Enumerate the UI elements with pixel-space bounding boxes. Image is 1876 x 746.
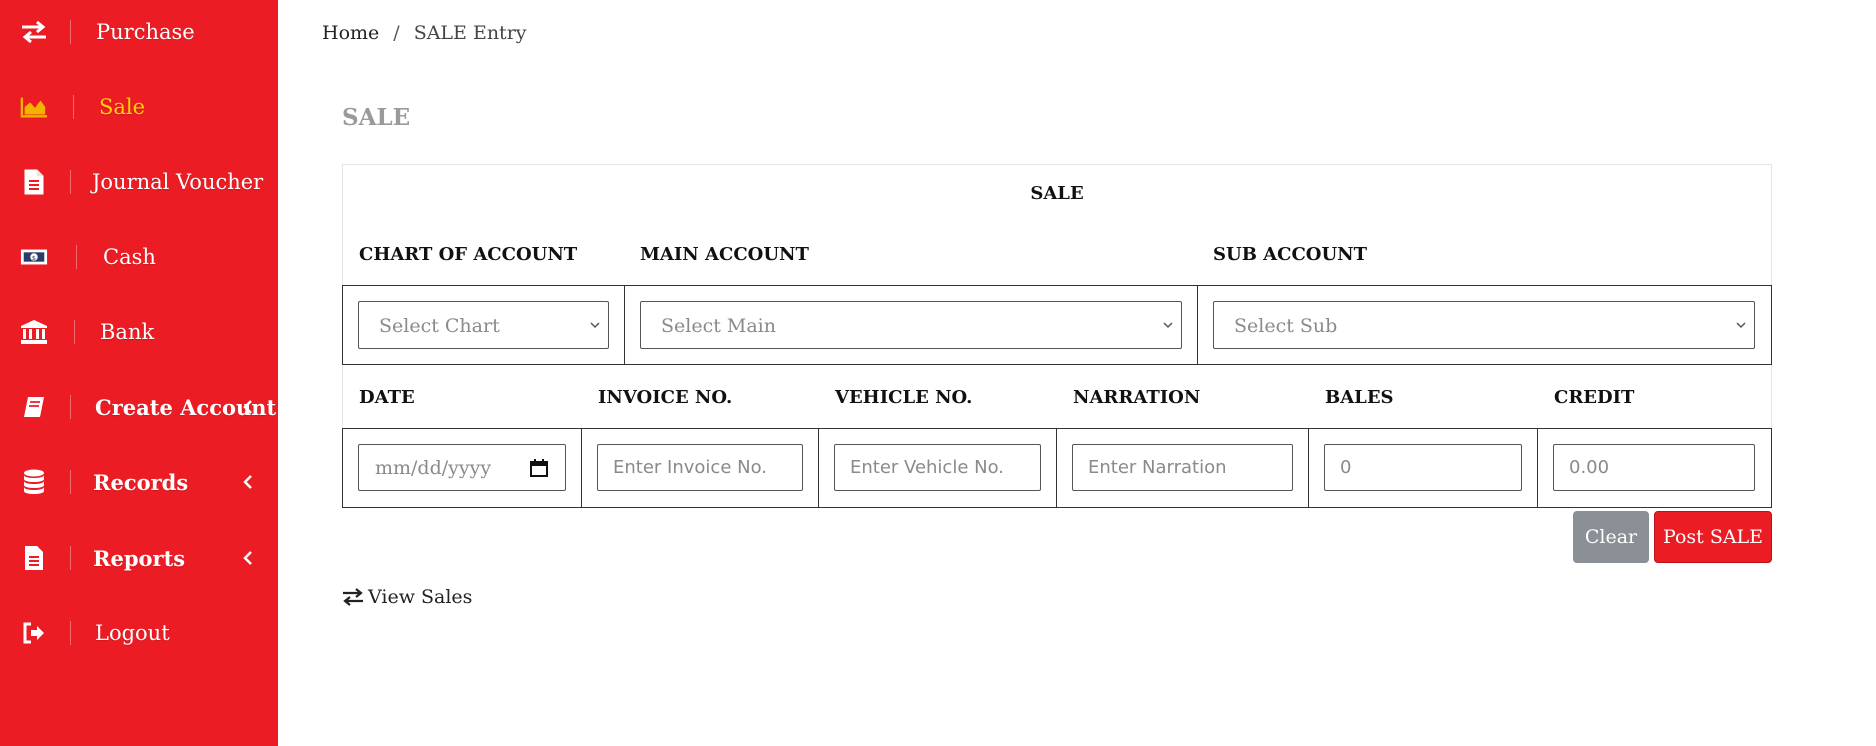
breadcrumb-home[interactable]: Home xyxy=(322,22,379,44)
book-icon xyxy=(20,393,48,421)
invoice-cell xyxy=(582,429,819,507)
narration-cell xyxy=(1057,429,1309,507)
sidebar-item-journal-voucher[interactable]: Journal Voucher xyxy=(0,157,278,207)
view-sales-label: View Sales xyxy=(368,586,473,608)
sidebar-item-bank[interactable]: Bank xyxy=(0,307,278,357)
sidebar-separator xyxy=(73,95,74,119)
sidebar-separator xyxy=(70,170,71,194)
sidebar-item-label: Purchase xyxy=(96,20,195,44)
chart-of-account-header: CHART OF ACCOUNT xyxy=(359,244,578,265)
svg-text:$: $ xyxy=(32,254,36,262)
chevron-down-icon xyxy=(1163,322,1173,329)
sale-form-card: SALE CHART OF ACCOUNT MAIN ACCOUNT SUB A… xyxy=(342,164,1772,508)
date-placeholder: mm/dd/yyyy xyxy=(375,457,492,479)
credit-header: CREDIT xyxy=(1554,387,1635,408)
sidebar-separator xyxy=(70,621,71,645)
chevron-left-icon xyxy=(242,474,254,490)
sidebar-item-reports[interactable]: Reports xyxy=(0,533,278,583)
invoice-header: INVOICE NO. xyxy=(598,387,733,408)
chevron-left-icon xyxy=(242,399,254,415)
breadcrumb-separator: / xyxy=(393,22,400,44)
page-title: SALE xyxy=(342,104,411,131)
sidebar-item-records[interactable]: Records xyxy=(0,457,278,507)
sidebar-item-create-account[interactable]: Create Account xyxy=(0,382,278,432)
narration-input[interactable] xyxy=(1072,444,1293,491)
sidebar: Purchase Sale Journal Voucher $ Cash Ban… xyxy=(0,0,278,746)
chevron-down-icon xyxy=(590,322,600,329)
sidebar-item-logout[interactable]: Logout xyxy=(0,608,278,658)
main-account-header: MAIN ACCOUNT xyxy=(640,244,809,265)
sign-out-icon xyxy=(20,619,48,647)
sidebar-item-cash[interactable]: $ Cash xyxy=(0,232,278,282)
chart-of-account-select[interactable]: Select Chart xyxy=(358,301,609,349)
sidebar-item-label: Bank xyxy=(100,320,155,344)
post-sale-button[interactable]: Post SALE xyxy=(1654,511,1772,563)
credit-cell xyxy=(1538,429,1771,507)
sub-account-header: SUB ACCOUNT xyxy=(1213,244,1368,265)
sidebar-item-sale[interactable]: Sale xyxy=(0,82,278,132)
sidebar-separator xyxy=(70,20,71,44)
sidebar-separator xyxy=(76,245,77,269)
exchange-arrows-icon xyxy=(343,588,363,606)
main-account-select[interactable]: Select Main xyxy=(640,301,1182,349)
sidebar-separator xyxy=(70,546,71,570)
sidebar-item-label: Journal Voucher xyxy=(92,170,264,194)
sub-account-select[interactable]: Select Sub xyxy=(1213,301,1755,349)
vehicle-header: VEHICLE NO. xyxy=(835,387,973,408)
sidebar-item-label: Cash xyxy=(103,245,156,269)
sidebar-item-label: Sale xyxy=(99,95,146,119)
chart-select-value: Select Chart xyxy=(379,315,500,337)
sidebar-item-purchase[interactable]: Purchase xyxy=(0,7,278,57)
sub-cell: Select Sub xyxy=(1198,286,1771,364)
chart-cell: Select Chart xyxy=(343,286,625,364)
view-sales-link[interactable]: View Sales xyxy=(342,586,472,608)
breadcrumb-current: SALE Entry xyxy=(413,22,527,44)
main-select-value: Select Main xyxy=(661,315,776,337)
document-icon xyxy=(20,168,48,196)
vehicle-input[interactable] xyxy=(834,444,1041,491)
credit-input[interactable] xyxy=(1553,444,1755,491)
sidebar-separator xyxy=(70,470,71,494)
sidebar-item-label: Records xyxy=(93,469,189,495)
database-icon xyxy=(20,468,48,496)
sidebar-item-label: Logout xyxy=(95,621,170,645)
sub-select-value: Select Sub xyxy=(1234,315,1338,337)
form-title: SALE xyxy=(1030,183,1084,204)
entry-input-row: mm/dd/yyyy xyxy=(342,428,1772,508)
clear-button[interactable]: Clear xyxy=(1573,511,1649,563)
bales-header: BALES xyxy=(1325,387,1394,408)
sidebar-separator xyxy=(74,320,75,344)
chevron-left-icon xyxy=(242,550,254,566)
calendar-icon[interactable] xyxy=(529,458,549,478)
bales-input[interactable] xyxy=(1324,444,1522,491)
sidebar-item-label: Reports xyxy=(93,545,186,571)
breadcrumb: Home / SALE Entry xyxy=(322,22,527,44)
main-cell: Select Main xyxy=(625,286,1198,364)
vehicle-cell xyxy=(819,429,1057,507)
account-select-row: Select Chart Select Main Select Sub xyxy=(342,285,1772,365)
date-cell: mm/dd/yyyy xyxy=(343,429,582,507)
exchange-arrows-icon xyxy=(20,18,48,46)
date-header: DATE xyxy=(359,387,415,408)
bales-cell xyxy=(1309,429,1538,507)
bank-building-icon xyxy=(20,318,48,346)
money-bill-icon: $ xyxy=(20,243,48,271)
chevron-down-icon xyxy=(1736,322,1746,329)
report-file-icon xyxy=(20,544,48,572)
area-chart-icon xyxy=(20,93,48,121)
sidebar-separator xyxy=(70,395,71,419)
narration-header: NARRATION xyxy=(1073,387,1201,408)
date-input[interactable]: mm/dd/yyyy xyxy=(358,444,566,491)
invoice-input[interactable] xyxy=(597,444,803,491)
